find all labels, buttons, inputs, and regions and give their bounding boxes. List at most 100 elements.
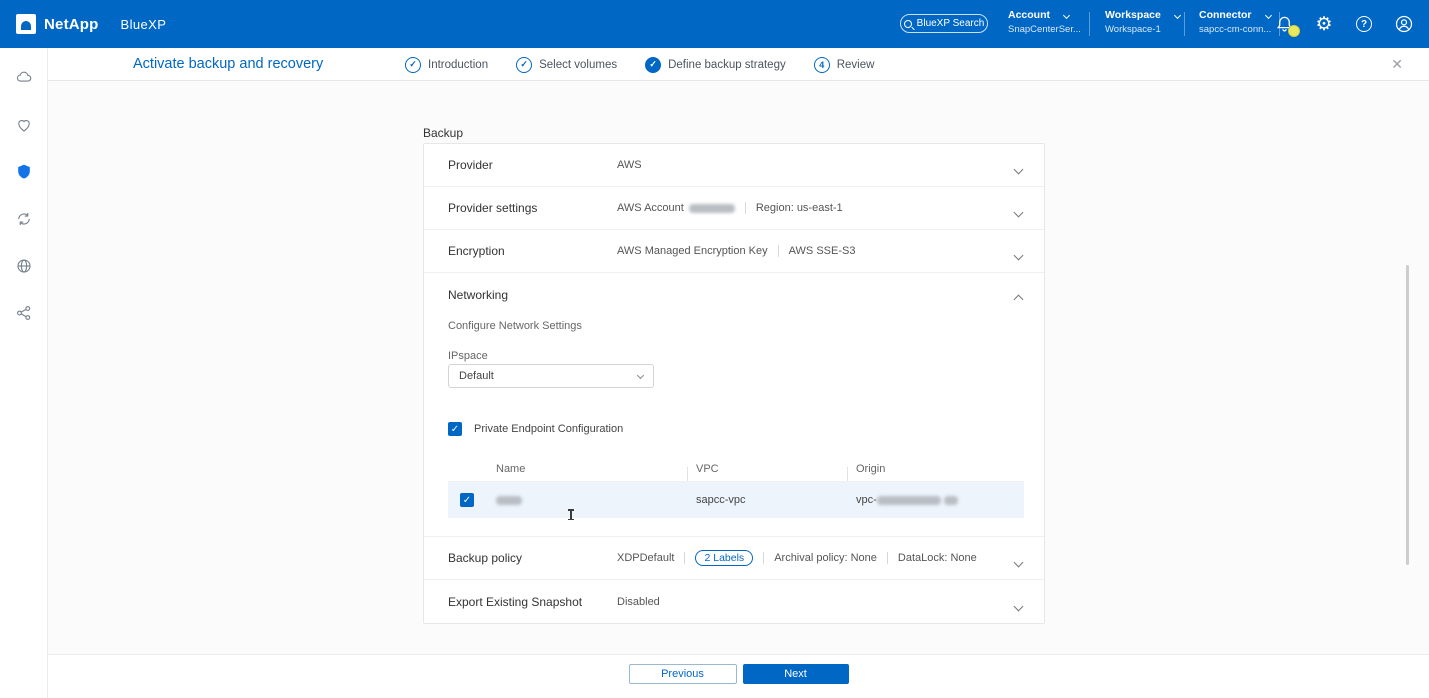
chevron-down-icon bbox=[1174, 11, 1181, 18]
column-header-origin: Origin bbox=[848, 463, 1024, 475]
ipspace-selected-value: Default bbox=[459, 370, 494, 382]
page-title: Activate backup and recovery bbox=[133, 56, 323, 72]
left-sidebar bbox=[0, 48, 48, 698]
step-review[interactable]: 4 Review bbox=[814, 57, 875, 73]
row-checkbox[interactable]: ✓ bbox=[460, 493, 474, 507]
connector-menu[interactable]: Connector sapcc-cm-conn... bbox=[1199, 9, 1271, 39]
sync-arrows-icon bbox=[15, 210, 33, 228]
close-icon[interactable]: ✕ bbox=[1391, 56, 1403, 73]
endpoint-table: Name VPC Origin ✓ sapcc-vpc vpc- bbox=[448, 456, 1024, 518]
accordion-row-networking[interactable]: Networking bbox=[424, 273, 1044, 316]
chevron-down-icon bbox=[1015, 246, 1022, 264]
datalock-value: DataLock: None bbox=[898, 552, 977, 564]
wizard-header: Activate backup and recovery ✓ Introduct… bbox=[48, 48, 1429, 81]
chevron-down-icon bbox=[1063, 11, 1070, 18]
ipspace-label: IPspace bbox=[448, 350, 488, 362]
brand-name: NetApp bbox=[44, 16, 99, 33]
chevron-down-icon bbox=[1015, 160, 1022, 178]
accordion-row-export-snapshot[interactable]: Export Existing Snapshot Disabled bbox=[424, 580, 1044, 623]
step-define-backup-strategy[interactable]: ✓ Define backup strategy bbox=[645, 57, 786, 73]
workspace-menu[interactable]: Workspace Workspace-1 bbox=[1105, 9, 1180, 39]
step-complete-icon: ✓ bbox=[405, 57, 421, 73]
share-nodes-icon bbox=[15, 304, 33, 322]
previous-button[interactable]: Previous bbox=[629, 664, 737, 684]
next-button[interactable]: Next bbox=[743, 664, 849, 684]
main-content: Backup Provider AWS Provider settings AW… bbox=[48, 81, 1429, 698]
search-label: BlueXP Search bbox=[917, 18, 985, 29]
step-label: Review bbox=[837, 59, 875, 71]
sidebar-item-storage[interactable] bbox=[8, 62, 40, 94]
vertical-scrollbar[interactable] bbox=[1406, 265, 1409, 565]
column-header-name: Name bbox=[488, 463, 688, 475]
row-title: Backup policy bbox=[424, 551, 617, 565]
connector-label: Connector bbox=[1199, 9, 1252, 21]
divider bbox=[763, 552, 764, 564]
bluexp-app-window: NetApp BlueXP BlueXP Search Account Snap… bbox=[0, 0, 1429, 698]
cell-vpc: sapcc-vpc bbox=[688, 494, 848, 506]
connector-value: sapcc-cm-conn... bbox=[1199, 24, 1271, 35]
divider bbox=[778, 245, 779, 257]
heart-icon bbox=[15, 116, 33, 134]
product-name: BlueXP bbox=[121, 17, 167, 32]
step-number-icon: 4 bbox=[814, 57, 830, 73]
cloud-icon bbox=[15, 69, 33, 87]
ipspace-select[interactable]: Default bbox=[448, 364, 654, 388]
chevron-down-icon bbox=[1015, 597, 1022, 615]
step-label: Define backup strategy bbox=[668, 59, 786, 71]
help-button[interactable]: ? bbox=[1353, 13, 1375, 35]
workspace-value: Workspace-1 bbox=[1105, 24, 1180, 35]
user-profile-button[interactable] bbox=[1393, 13, 1415, 35]
export-value: Disabled bbox=[617, 596, 660, 608]
accordion-row-provider[interactable]: Provider AWS bbox=[424, 144, 1044, 187]
account-menu[interactable]: Account SnapCenterSer... bbox=[1008, 9, 1081, 39]
row-title: Networking bbox=[424, 288, 617, 302]
accordion-row-encryption[interactable]: Encryption AWS Managed Encryption Key AW… bbox=[424, 230, 1044, 273]
table-row[interactable]: ✓ sapcc-vpc vpc- bbox=[448, 482, 1024, 518]
shield-icon bbox=[15, 163, 33, 181]
user-icon bbox=[1394, 14, 1414, 34]
globe-icon bbox=[15, 257, 33, 275]
step-label: Select volumes bbox=[539, 59, 617, 71]
provider-value: AWS bbox=[617, 159, 642, 171]
archival-policy-value: Archival policy: None bbox=[774, 552, 877, 564]
divider bbox=[1184, 12, 1185, 36]
section-label: Backup bbox=[423, 126, 463, 140]
region-value: Region: us-east-1 bbox=[756, 202, 843, 214]
sidebar-item-health[interactable] bbox=[8, 109, 40, 141]
notifications-button[interactable] bbox=[1273, 13, 1295, 35]
labels-badge[interactable]: 2 Labels bbox=[695, 550, 753, 566]
account-label: Account bbox=[1008, 9, 1050, 21]
wizard-stepper: ✓ Introduction ✓ Select volumes ✓ Define… bbox=[405, 48, 874, 81]
sidebar-item-extensions[interactable] bbox=[8, 297, 40, 329]
row-title: Provider bbox=[424, 158, 617, 172]
chevron-up-icon bbox=[1015, 290, 1022, 308]
divider bbox=[1089, 12, 1090, 36]
account-value: SnapCenterSer... bbox=[1008, 24, 1081, 35]
notification-badge bbox=[1288, 25, 1300, 37]
private-endpoint-checkbox[interactable]: ✓ bbox=[448, 422, 462, 436]
encryption-key-value: AWS Managed Encryption Key bbox=[617, 245, 768, 257]
step-introduction[interactable]: ✓ Introduction bbox=[405, 57, 488, 73]
search-icon bbox=[904, 20, 912, 28]
redacted-text bbox=[877, 496, 941, 505]
sidebar-item-governance[interactable] bbox=[8, 250, 40, 282]
backup-settings-card: Provider AWS Provider settings AWS Accou… bbox=[423, 143, 1045, 624]
column-header-vpc: VPC bbox=[688, 463, 848, 475]
divider bbox=[887, 552, 888, 564]
step-label: Introduction bbox=[428, 59, 488, 71]
step-select-volumes[interactable]: ✓ Select volumes bbox=[516, 57, 617, 73]
bluexp-search-button[interactable]: BlueXP Search bbox=[900, 14, 988, 33]
workspace-label: Workspace bbox=[1105, 9, 1161, 21]
encryption-type-value: AWS SSE-S3 bbox=[789, 245, 856, 257]
row-title: Export Existing Snapshot bbox=[424, 595, 617, 609]
aws-account-label: AWS Account bbox=[617, 202, 684, 214]
accordion-row-provider-settings[interactable]: Provider settings AWS Account Region: us… bbox=[424, 187, 1044, 230]
accordion-row-backup-policy[interactable]: Backup policy XDPDefault 2 Labels Archiv… bbox=[424, 537, 1044, 580]
sidebar-item-protection[interactable] bbox=[8, 156, 40, 188]
chevron-down-icon bbox=[1015, 553, 1022, 571]
settings-button[interactable]: ⚙ bbox=[1313, 13, 1335, 35]
policy-name-value: XDPDefault bbox=[617, 552, 674, 564]
step-active-icon: ✓ bbox=[645, 57, 661, 73]
sidebar-item-mobility[interactable] bbox=[8, 203, 40, 235]
redacted-text bbox=[689, 204, 735, 213]
